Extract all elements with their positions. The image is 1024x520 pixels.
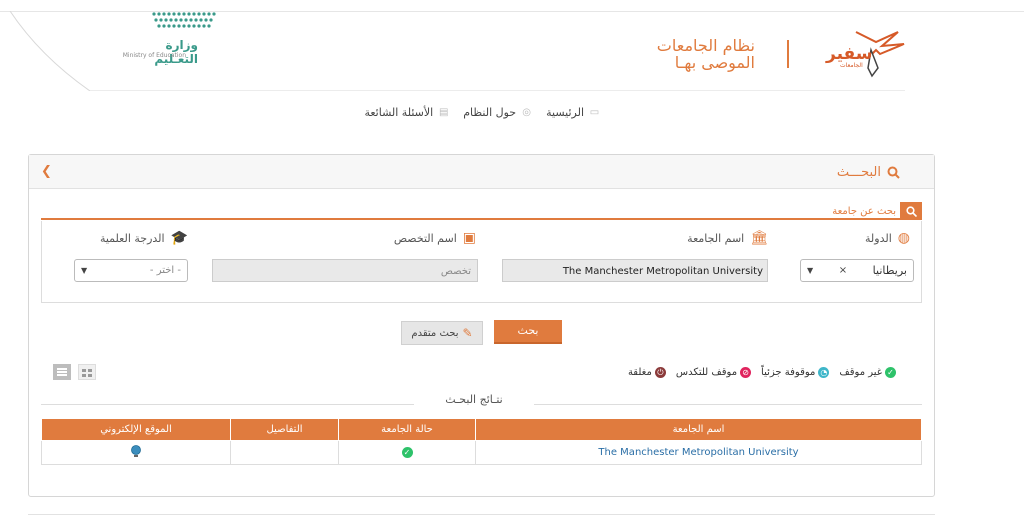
book-icon: ▣ (462, 230, 476, 246)
legend-item: ⊘ موقف للتكدس (675, 366, 752, 378)
status-check-icon: ✓ (401, 447, 413, 458)
check-icon: ✓ (885, 366, 896, 378)
clear-x-icon[interactable]: × (839, 265, 847, 276)
caret-down-icon: ▼ (81, 266, 88, 275)
nav-faq[interactable]: ▤ الأسئلة الشائعة (364, 106, 449, 119)
advanced-search-label: بحث متقدم (411, 327, 459, 339)
nav-home[interactable]: ▭ الرئيسية (546, 106, 600, 119)
degree-label: 🎓 الدرجة العلمية (90, 230, 188, 246)
legend-label: موقف للتكدس (675, 366, 738, 378)
degree-select[interactable]: - اختر - ▼ (74, 259, 188, 282)
university-label: 🏛 اسم الجامعة (640, 230, 768, 246)
system-title: نظام الجامعات الموصى بهـا (600, 37, 755, 71)
safeer-subtitle: الجامعات (840, 62, 863, 69)
status-cell: ✓ (338, 440, 476, 465)
globe-link-icon[interactable] (130, 444, 142, 458)
col-website: الموقع الإلكتروني (41, 418, 231, 441)
legend-label: موقوفة جزئياً (761, 366, 816, 378)
table-row: ✓ The Manchester Metropolitan University (41, 440, 922, 465)
ministry-name-en: Ministry of Education (122, 52, 186, 59)
safeer-brand: سفير (826, 44, 873, 64)
country-select-value: بريطانيا (872, 264, 907, 277)
legend-item: ⏻ مغلقة (627, 366, 666, 378)
university-input[interactable]: The Manchester Metropolitan University (502, 259, 768, 282)
panel-title-label: البحـــث (836, 165, 881, 180)
degree-select-value: - اختر - (149, 265, 181, 276)
nav-about-label: حول النظام (463, 105, 517, 119)
country-label: ◍ الدولة (820, 230, 910, 246)
tab-underline (41, 218, 922, 220)
system-title-line1: نظام الجامعات (656, 36, 755, 55)
legend-item: ◔ موقوفة جزئياً (761, 366, 830, 378)
col-status: حالة الجامعة (338, 418, 476, 441)
university-name-cell[interactable]: The Manchester Metropolitan University (475, 440, 922, 465)
legend-label: غير موقف (839, 366, 882, 378)
website-cell (41, 440, 231, 465)
monitor-icon: ▭ (589, 106, 600, 118)
search-icon (887, 166, 900, 179)
status-legend: ✓ غير موقف ◔ موقوفة جزئياً ⊘ موقف للتكدس… (596, 364, 896, 380)
institution-icon: 🏛 (750, 230, 768, 246)
header-separator (787, 40, 789, 68)
tab-university-label: بحث عن جامعة (832, 205, 896, 217)
power-icon: ⏻ (654, 366, 666, 378)
country-label-text: الدولة (865, 231, 892, 245)
specialization-label-text: اسم التخصص (393, 231, 457, 245)
specialization-label: ▣ اسم التخصص (380, 230, 476, 246)
country-select[interactable]: بريطانيا × ▼ (800, 259, 914, 282)
nav-home-label: الرئيسية (546, 105, 584, 119)
check-circle-icon: ◎ (522, 106, 531, 118)
results-table: الموقع الإلكتروني التفاصيل حالة الجامعة … (41, 418, 922, 465)
collapse-chevron-icon[interactable]: ❮ (41, 164, 52, 179)
ban-icon: ⊘ (740, 366, 752, 378)
legend-item: ✓ غير موقف (839, 366, 896, 378)
half-circle-icon: ◔ (818, 366, 830, 378)
col-details: التفاصيل (230, 418, 339, 441)
search-panel-header (29, 155, 934, 189)
search-button[interactable]: بحث (494, 320, 562, 344)
details-cell (230, 440, 339, 465)
results-title: نتـائج البحـث (414, 393, 534, 406)
university-label-text: اسم الجامعة (687, 231, 745, 245)
col-university-name: اسم الجامعة (475, 418, 922, 441)
grid-view-icon[interactable] (78, 364, 96, 380)
chat-icon: ▤ (438, 106, 449, 118)
system-title-line2: الموصى بهـا (674, 53, 755, 72)
moe-logo-icon (152, 12, 216, 28)
edit-icon: ✎ (462, 326, 473, 340)
nav-about[interactable]: ◎ حول النظام (463, 106, 532, 119)
nav-faq-label: الأسئلة الشائعة (364, 105, 434, 119)
graduation-cap-icon: 🎓 (170, 230, 188, 246)
legend-label: مغلقة (627, 366, 652, 378)
degree-label-text: الدرجة العلمية (99, 231, 165, 245)
caret-down-icon: ▼ (807, 266, 814, 275)
main-nav: ▭ الرئيسية ◎ حول النظام ▤ الأسئلة الشائع… (300, 102, 600, 122)
footer-divider (28, 514, 935, 515)
list-view-icon[interactable] (53, 364, 71, 380)
table-header-row: الموقع الإلكتروني التفاصيل حالة الجامعة … (41, 418, 922, 441)
specialization-input[interactable]: تخصص (212, 259, 478, 282)
advanced-search-button[interactable]: ✎ بحث متقدم (401, 321, 483, 345)
globe-icon: ◍ (897, 230, 910, 246)
panel-title: البحـــث (820, 165, 900, 180)
